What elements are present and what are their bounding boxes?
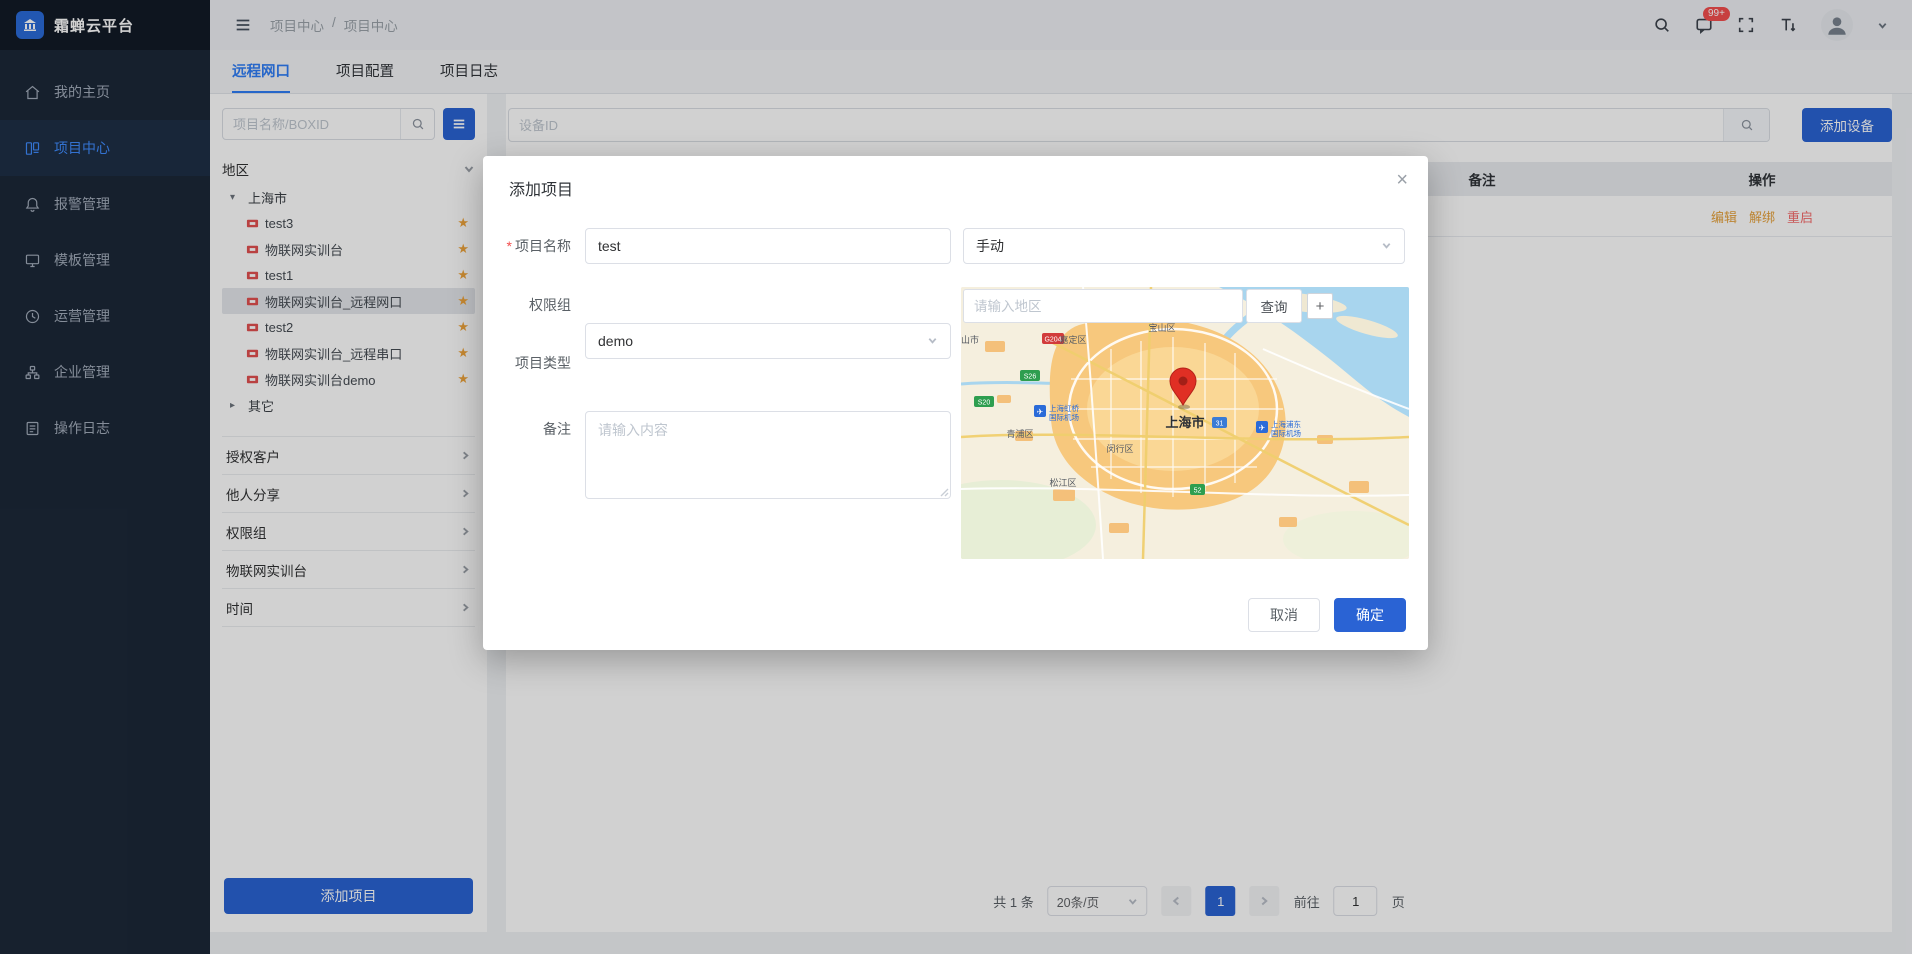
close-icon[interactable]: × [1396, 170, 1408, 190]
region-search-bar: 查询 + [963, 289, 1333, 323]
svg-text:上海虹桥: 上海虹桥 [1049, 403, 1079, 413]
remark-label: 备注 [497, 411, 571, 447]
region-input[interactable] [963, 289, 1243, 323]
map-zoom-in-button[interactable]: + [1307, 293, 1333, 319]
confirm-button[interactable]: 确定 [1334, 598, 1406, 632]
dialog-title: 添加项目 [509, 176, 573, 200]
map-label-kunshan: 昆山市 [961, 334, 979, 345]
required-mark: * [507, 238, 512, 254]
road-badge-52: 52 [1190, 484, 1205, 495]
chevron-down-icon [927, 333, 938, 349]
project-type-label: 项目类型 [497, 345, 571, 381]
road-badge-31: 31 [1212, 417, 1227, 428]
permission-group-value: demo [598, 333, 927, 349]
svg-text:国际机场: 国际机场 [1271, 428, 1301, 438]
svg-text:52: 52 [1194, 488, 1202, 495]
region-search-button[interactable]: 查询 [1246, 289, 1302, 323]
svg-text:国际机场: 国际机场 [1049, 412, 1079, 422]
mode-select[interactable]: 手动 [963, 228, 1405, 264]
dialog-footer: 取消 确定 [1248, 598, 1406, 632]
map-label-baoshan: 宝山区 [1148, 322, 1175, 333]
project-name-field [585, 228, 951, 264]
location-map[interactable]: G204 S20 S26 31 52 昆山市 嘉定区 宝山区 青浦区 闵行区 松… [961, 287, 1409, 559]
map-label-jiading: 嘉定区 [1059, 334, 1086, 345]
label-text: 项目名称 [515, 238, 571, 254]
mode-select-value: 手动 [976, 236, 1381, 256]
chevron-down-icon [1381, 238, 1392, 254]
project-name-label: *项目名称 [497, 228, 571, 264]
permission-group-label: 权限组 [497, 287, 571, 323]
map-label-qingpu: 青浦区 [1006, 428, 1033, 439]
map-canvas: G204 S20 S26 31 52 昆山市 嘉定区 宝山区 青浦区 闵行区 松… [961, 287, 1409, 559]
map-label-songjiang: 松江区 [1049, 477, 1076, 488]
page: 霜蝉云平台 我的主页 项目中心 报警管理 模板管理 运营管理 [0, 0, 1912, 954]
plane-icon: ✈ [1037, 408, 1044, 417]
road-badge-s26: S26 [1020, 370, 1040, 381]
permission-group-select[interactable]: demo [585, 323, 951, 359]
plane-icon: ✈ [1259, 424, 1266, 433]
svg-text:S26: S26 [1024, 374, 1037, 381]
road-badge-s20: S20 [974, 396, 994, 407]
svg-text:31: 31 [1216, 421, 1224, 428]
svg-text:上海浦东: 上海浦东 [1271, 419, 1301, 429]
svg-text:S20: S20 [978, 400, 991, 407]
map-label-minhang: 闵行区 [1106, 443, 1133, 454]
cancel-button[interactable]: 取消 [1248, 598, 1320, 632]
project-name-input[interactable] [598, 238, 938, 254]
add-project-dialog: 添加项目 × *项目名称 手动 权限组 demo 项目类型 远程网口 备注 [483, 156, 1428, 650]
map-label-shanghai: 上海市 [1165, 415, 1204, 430]
remark-textarea[interactable] [585, 411, 951, 499]
